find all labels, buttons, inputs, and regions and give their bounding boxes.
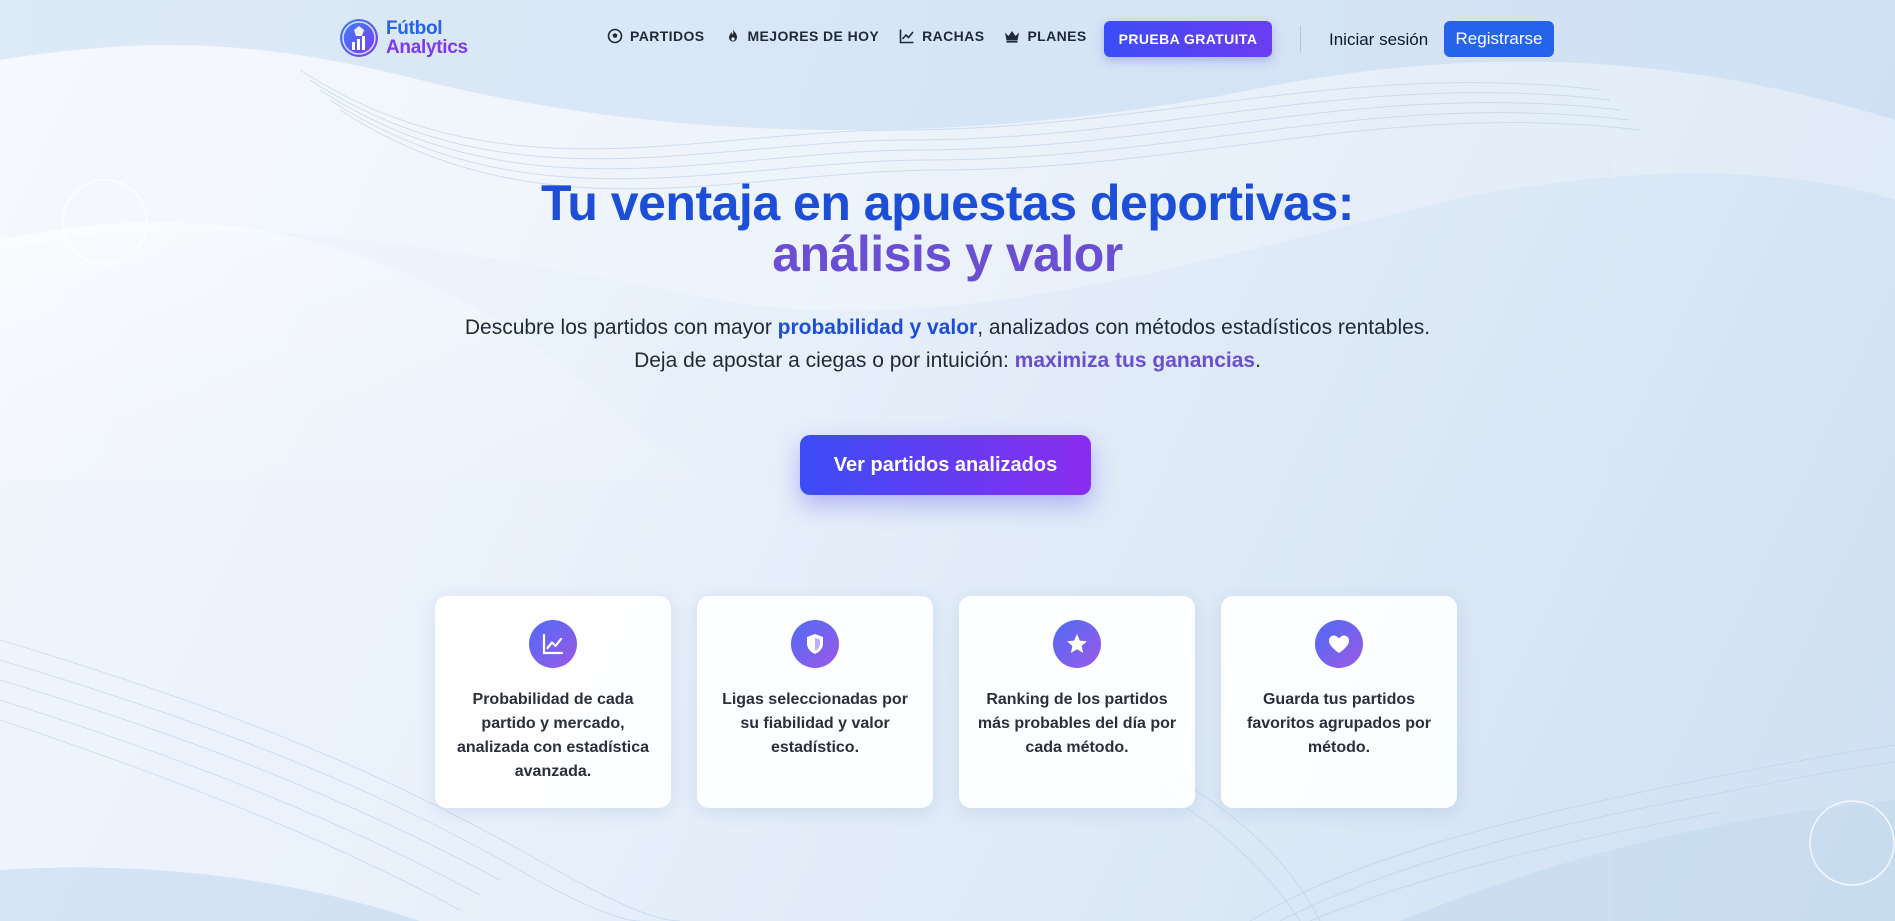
hero-title-line2: análisis y valor	[772, 226, 1123, 282]
heart-icon	[1329, 635, 1349, 653]
nav-item-label: PARTIDOS	[630, 28, 705, 44]
brand-name-line2: Analytics	[386, 37, 468, 58]
nav-item-partidos[interactable]: PARTIDOS	[607, 28, 705, 44]
nav-item-rachas[interactable]: RACHAS	[899, 28, 984, 44]
feature-card-text: Guarda tus partidos favoritos agrupados …	[1246, 691, 1432, 756]
view-analyzed-matches-button[interactable]: Ver partidos analizados	[800, 435, 1091, 495]
nav-divider	[1300, 26, 1301, 52]
hero-title: Tu ventaja en apuestas deportivas: análi…	[0, 178, 1895, 280]
register-button[interactable]: Registrarse	[1444, 21, 1554, 57]
free-trial-button[interactable]: PRUEBA GRATUITA	[1104, 21, 1272, 57]
shield-icon	[807, 634, 823, 654]
feature-card-probability: Probabilidad de cada partido y mercado, …	[435, 596, 671, 808]
feature-icon-badge	[791, 620, 839, 668]
soccer-ball-icon	[607, 28, 623, 44]
feature-icon-badge	[1053, 620, 1101, 668]
nav-item-label: PLANES	[1027, 28, 1087, 44]
nav-item-planes[interactable]: PLANES	[1004, 28, 1086, 44]
top-navbar: Fútbol Analytics PARTIDOS MEJORES DE HOY…	[0, 0, 1895, 78]
feature-card-favorites: Guarda tus partidos favoritos agrupados …	[1221, 596, 1457, 808]
feature-icon-badge	[529, 620, 577, 668]
subtitle-text: Deja de apostar a ciegas o por intuición…	[634, 349, 1015, 372]
subtitle-text: , analizados con métodos estadísticos re…	[977, 316, 1431, 339]
feature-card-text: Ranking de los partidos más probables de…	[977, 691, 1177, 756]
main-menu: PARTIDOS MEJORES DE HOY RACHAS PLANES	[607, 28, 1107, 44]
soccer-ball-chart-logo-icon	[340, 19, 378, 57]
brand-logo[interactable]: Fútbol Analytics	[338, 17, 468, 59]
nav-item-label: RACHAS	[922, 28, 985, 44]
feature-cards: Probabilidad de cada partido y mercado, …	[435, 596, 1457, 808]
feature-icon-badge	[1315, 620, 1363, 668]
nav-item-mejores-de-hoy[interactable]: MEJORES DE HOY	[725, 28, 880, 44]
line-chart-icon	[542, 633, 564, 655]
login-link[interactable]: Iniciar sesión	[1329, 30, 1428, 50]
trend-chart-icon	[899, 29, 914, 44]
flame-icon	[728, 29, 737, 42]
crown-icon	[1005, 31, 1020, 43]
subtitle-text: Descubre los partidos con mayor	[464, 316, 778, 339]
feature-card-leagues: Ligas seleccionadas por su fiabilidad y …	[697, 596, 933, 808]
feature-card-text: Probabilidad de cada partido y mercado, …	[456, 691, 650, 780]
hero-title-line1: Tu ventaja en apuestas deportivas:	[541, 175, 1354, 231]
star-icon	[1067, 634, 1087, 653]
hero-subtitle-line1: Descubre los partidos con mayor probabil…	[0, 311, 1895, 344]
hero-subtitle-line2: Deja de apostar a ciegas o por intuición…	[0, 344, 1895, 377]
subtitle-text: .	[1255, 349, 1261, 372]
brand-name-line1: Fútbol	[386, 18, 443, 39]
feature-card-ranking: Ranking de los partidos más probables de…	[959, 596, 1195, 808]
nav-item-label: MEJORES DE HOY	[747, 28, 880, 44]
hero-subtitle: Descubre los partidos con mayor probabil…	[0, 311, 1895, 377]
brand-name: Fútbol Analytics	[386, 19, 468, 57]
feature-card-text: Ligas seleccionadas por su fiabilidad y …	[722, 691, 908, 756]
subtitle-highlight: probabilidad y valor	[777, 316, 978, 339]
subtitle-highlight: maximiza tus ganancias	[1014, 349, 1256, 372]
